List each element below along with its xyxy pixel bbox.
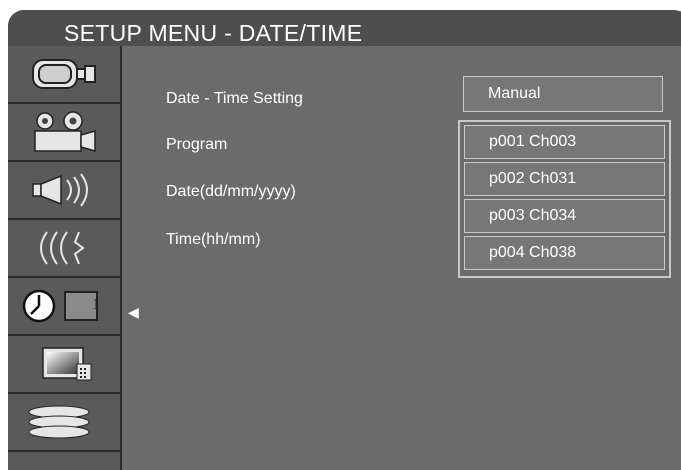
camcorder-icon bbox=[32, 59, 96, 89]
program-label: Program bbox=[166, 136, 228, 153]
list-item[interactable]: p002 Ch031 bbox=[464, 162, 665, 196]
tv-screen-icon bbox=[42, 347, 92, 381]
setup-menu-panel: SETUP MENU - DATE/TIME 1 ◀ Date - Time S… bbox=[8, 10, 681, 470]
date-time-setting-label: Date - Time Setting bbox=[166, 90, 303, 107]
sidebar-item-date-time[interactable]: 1 bbox=[8, 278, 120, 336]
program-item-label: p001 Ch003 bbox=[489, 133, 577, 150]
sidebar-item-audio[interactable] bbox=[8, 162, 120, 220]
program-item-label: p002 Ch031 bbox=[489, 170, 577, 187]
page-title: SETUP MENU - DATE/TIME bbox=[64, 20, 363, 46]
list-item[interactable]: p001 Ch003 bbox=[464, 125, 665, 159]
program-item-label: p003 Ch034 bbox=[489, 207, 577, 224]
projector-icon bbox=[34, 111, 96, 152]
sidebar-badge: 1 bbox=[92, 296, 100, 313]
date-time-mode-select[interactable]: Manual bbox=[463, 76, 663, 112]
list-item[interactable]: p004 Ch038 bbox=[464, 236, 665, 270]
sidebar: 1 bbox=[8, 46, 122, 470]
sidebar-item-display[interactable] bbox=[8, 336, 120, 394]
sidebar-item-caption[interactable] bbox=[8, 220, 120, 278]
closed-caption-icon bbox=[40, 231, 85, 265]
title-bar: SETUP MENU - DATE/TIME bbox=[8, 10, 681, 46]
speaker-icon bbox=[32, 173, 88, 207]
list-item[interactable]: p003 Ch034 bbox=[464, 199, 665, 233]
disc-stack-icon bbox=[28, 405, 90, 439]
program-list[interactable]: p001 Ch003 p002 Ch031 p003 Ch034 p004 Ch… bbox=[458, 120, 671, 278]
program-item-label: p004 Ch038 bbox=[489, 244, 577, 261]
sidebar-item-video[interactable] bbox=[8, 46, 120, 104]
date-label: Date(dd/mm/yyyy) bbox=[166, 183, 296, 200]
sidebar-item-discs[interactable] bbox=[8, 394, 120, 452]
sidebar-item-projector[interactable] bbox=[8, 104, 120, 162]
selection-arrow-icon: ◀ bbox=[128, 304, 139, 320]
mode-value: Manual bbox=[488, 85, 541, 102]
time-label: Time(hh/mm) bbox=[166, 231, 261, 248]
